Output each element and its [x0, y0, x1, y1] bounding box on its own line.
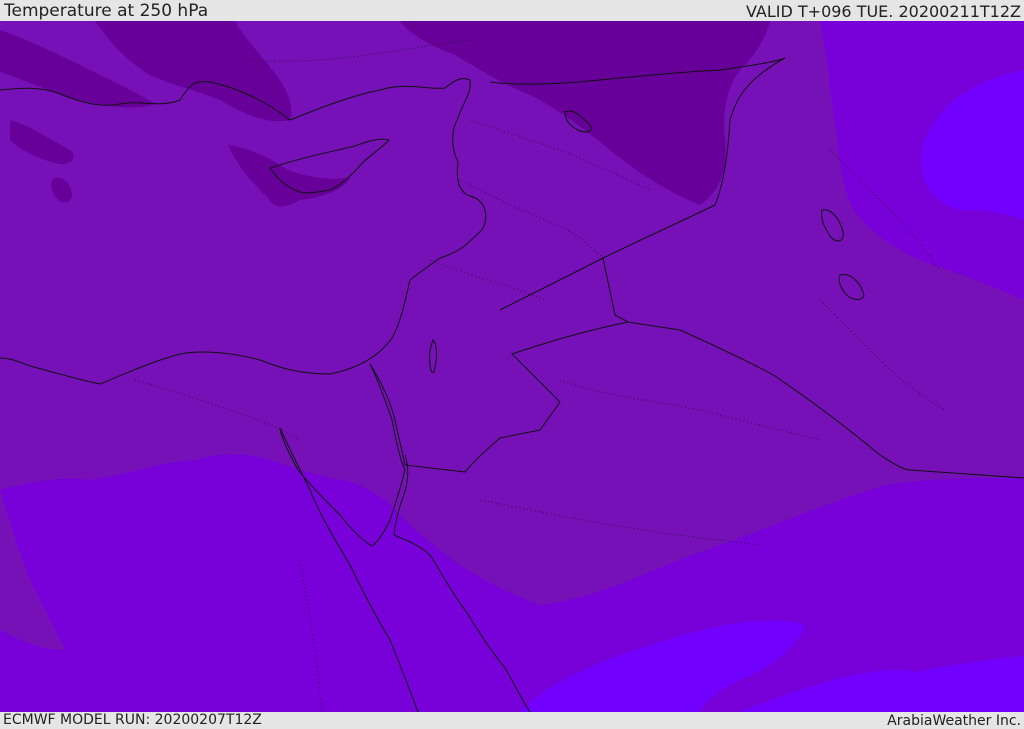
valid-time: VALID T+096 TUE. 20200211T12Z — [745, 2, 1021, 21]
brand-label: ArabiaWeather Inc. — [887, 713, 1021, 729]
map-title: Temperature at 250 hPa — [4, 1, 209, 21]
temperature-map[interactable] — [0, 21, 1024, 712]
footer-bar: ECMWF MODEL RUN: 20200207T12Z ArabiaWeat… — [0, 712, 1024, 729]
model-run-label: ECMWF MODEL RUN: 20200207T12Z — [3, 712, 262, 728]
header-bar: Temperature at 250 hPa VALID T+096 TUE. … — [0, 0, 1024, 21]
